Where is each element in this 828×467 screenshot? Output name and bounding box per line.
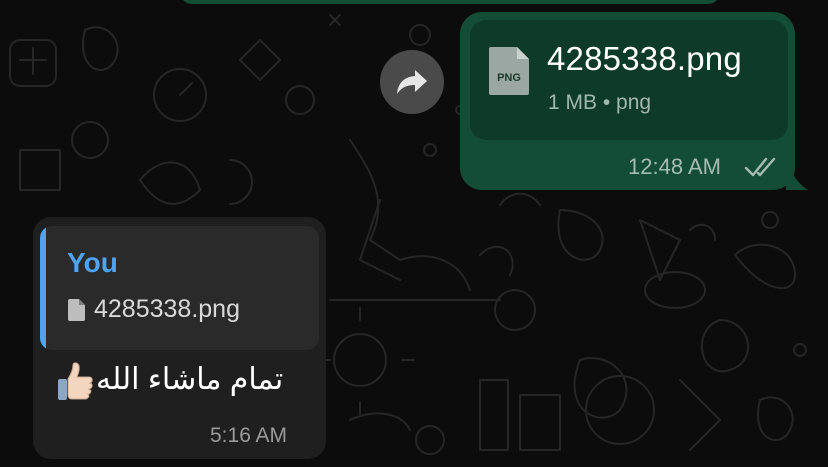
quote-file-name: 4285338.png	[94, 295, 240, 323]
thumbs-up-emoji	[56, 362, 94, 402]
file-name: 4285338.png	[547, 40, 742, 77]
quote-accent-bar	[40, 226, 46, 350]
quote-author: You	[67, 247, 118, 278]
message-time: 12:48 AM	[628, 154, 721, 179]
bubble-tail	[786, 160, 808, 190]
file-type-badge: PNG	[497, 72, 521, 84]
forward-button[interactable]	[380, 50, 444, 114]
quoted-reply[interactable]	[40, 226, 319, 350]
png-file-icon: PNG	[489, 47, 529, 95]
double-check-icon	[744, 157, 776, 177]
message-time: 5:16 AM	[210, 424, 288, 447]
previous-message-bubble[interactable]	[180, 0, 720, 4]
file-meta: 1 MB • png	[548, 91, 652, 114]
message-text: تمام ماشاء الله	[96, 363, 284, 396]
document-icon	[68, 299, 85, 321]
forward-arrow-icon	[397, 70, 427, 94]
